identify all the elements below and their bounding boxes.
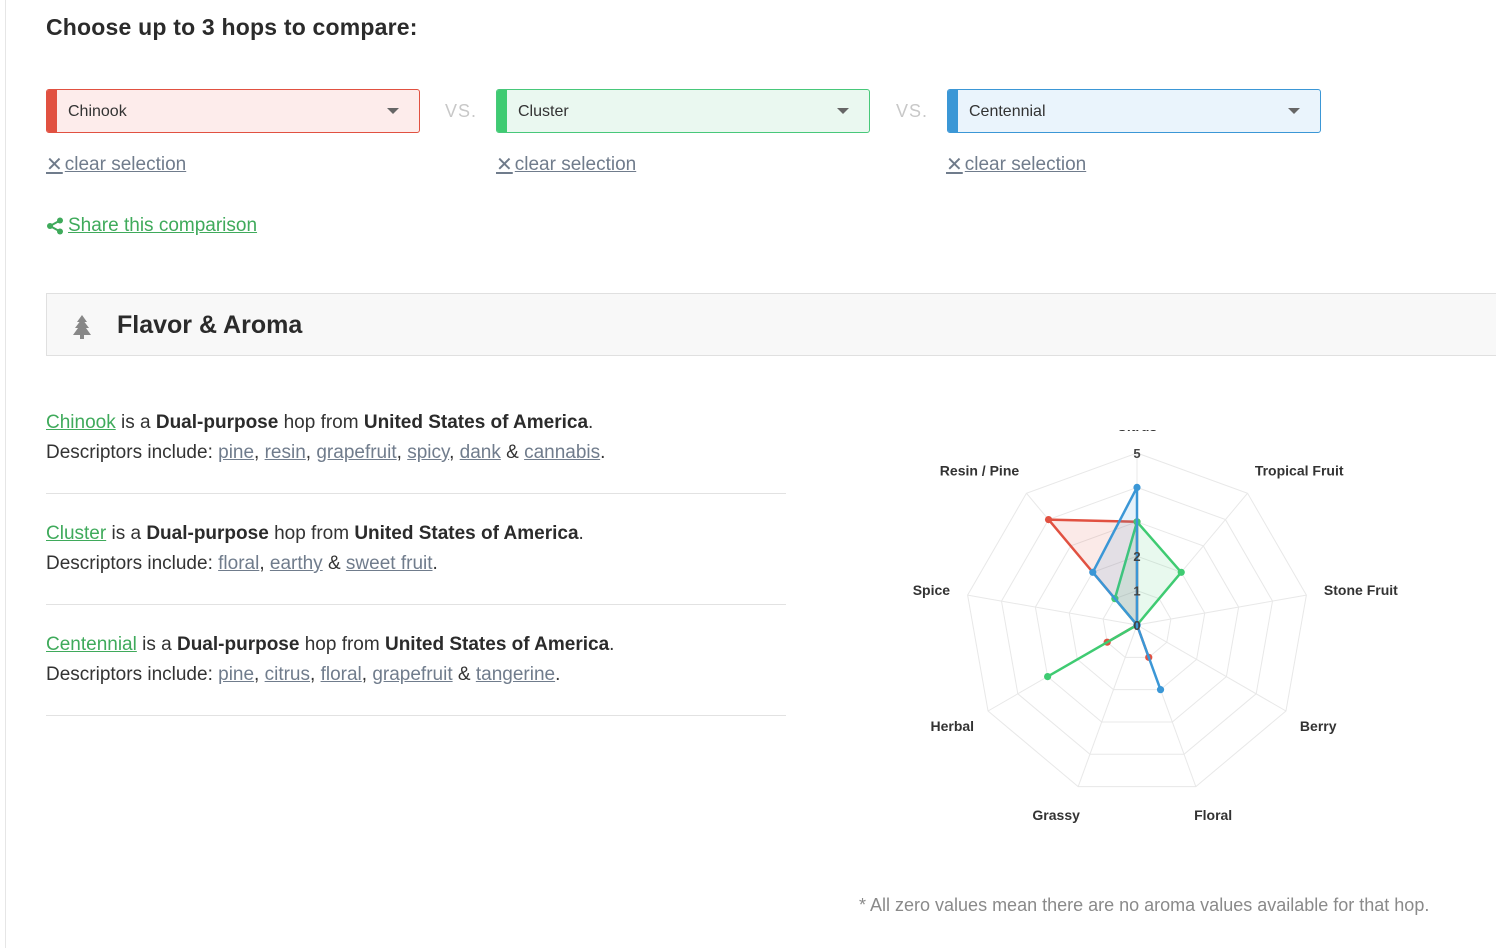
close-icon: ✕ (946, 154, 963, 176)
hop-purpose: Dual-purpose (146, 523, 269, 544)
descriptor-link[interactable]: resin (265, 442, 306, 463)
section-title: Flavor & Aroma (117, 311, 303, 339)
axis-label: Stone Fruit (1324, 582, 1398, 598)
radial-tick-label: 2 (1133, 549, 1140, 564)
static-text: hop from (274, 523, 350, 544)
series-point-2 (1044, 673, 1052, 681)
hop-link-cluster[interactable]: Cluster (46, 523, 106, 544)
static-text: is a (142, 634, 172, 655)
hop-summary-centennial: Centennial is a Dual-purpose hop from Un… (46, 630, 786, 690)
footnote: * All zero values mean there are no arom… (859, 895, 1430, 915)
hop-summary-line: Cluster is a Dual-purpose hop from Unite… (46, 523, 584, 544)
descriptors-label: Descriptors include: (46, 442, 213, 463)
hop-select-1-value: Chinook (68, 103, 127, 120)
descriptors-label: Descriptors include: (46, 553, 213, 574)
descriptor-link[interactable]: grapefruit (372, 664, 452, 685)
descriptor-link[interactable]: grapefruit (316, 442, 396, 463)
hop-color-bar-3 (948, 90, 958, 132)
flavor-aroma-header: Flavor & Aroma (46, 293, 1496, 356)
clear-selection-2[interactable]: ✕ clear selection (496, 152, 636, 177)
share-comparison-label: Share this comparison (68, 215, 258, 236)
divider (46, 604, 786, 605)
grid-spoke (1136, 624, 1287, 712)
descriptor-link[interactable]: cannabis (524, 442, 600, 463)
hop-select-3-value: Centennial (969, 103, 1046, 120)
hop-color-bar-1 (47, 90, 57, 132)
series-point-1 (1044, 515, 1053, 524)
hop-summary-line: Centennial is a Dual-purpose hop from Un… (46, 634, 615, 655)
axis-label: Floral (1194, 807, 1232, 823)
descriptor-link[interactable]: tangerine (476, 664, 555, 685)
close-icon: ✕ (46, 154, 63, 176)
chevron-down-icon (837, 108, 849, 114)
hop-summary-cluster: Cluster is a Dual-purpose hop from Unite… (46, 519, 786, 579)
axis-label: Resin / Pine (940, 462, 1020, 478)
divider (46, 715, 786, 716)
descriptor-link[interactable]: floral (218, 553, 259, 574)
hop-purpose: Dual-purpose (176, 634, 300, 655)
axis-label: Berry (1300, 718, 1337, 734)
close-icon: ✕ (496, 154, 513, 176)
series-point-3 (1156, 686, 1165, 694)
hop-select-1[interactable]: Chinook (46, 89, 420, 133)
hop-color-bar-2 (497, 90, 507, 132)
hop-select-3[interactable]: Centennial (947, 89, 1321, 133)
hop-link-chinook[interactable]: Chinook (46, 412, 116, 433)
descriptor-link[interactable]: pine (218, 442, 254, 463)
hop-purpose: Dual-purpose (155, 412, 279, 433)
series-point-2 (1177, 568, 1185, 576)
axis-label: Herbal (930, 718, 974, 734)
hop-descriptors: Descriptors include: floral, earthy & sw… (46, 553, 438, 574)
hop-select-2-value: Cluster (518, 103, 569, 120)
hop-origin: United States of America (354, 523, 579, 544)
aroma-radar-chart: 0 1 2 5 Citrus Tropical Fruit Stone Fruit Berry… (913, 430, 1398, 823)
chevron-down-icon (1288, 108, 1300, 114)
chevron-down-icon (387, 108, 399, 114)
hop-descriptors: Descriptors include: pine, citrus, flora… (46, 664, 561, 685)
clear-selection-label: clear selection (964, 153, 1087, 175)
clear-selection-3[interactable]: ✕ clear selection (946, 152, 1086, 177)
hop-select-2[interactable]: Cluster (496, 89, 870, 133)
grid-spoke (1136, 594, 1307, 626)
axis-label: Spice (913, 582, 951, 598)
radial-tick-label: 1 (1133, 584, 1140, 599)
tree-icon (73, 315, 91, 339)
share-comparison-link[interactable]: Share this comparison (46, 215, 257, 237)
static-text: hop from (304, 634, 380, 655)
static-text: hop from (283, 412, 359, 433)
hop-descriptors: Descriptors include: pine, resin, grapef… (46, 442, 606, 463)
descriptor-link[interactable]: dank (460, 442, 501, 463)
descriptor-link[interactable]: pine (218, 664, 254, 685)
descriptor-link[interactable]: floral (321, 664, 362, 685)
page-title: Choose up to 3 hops to compare: (46, 14, 418, 40)
descriptor-link[interactable]: sweet fruit (346, 553, 433, 574)
series-point-3 (1089, 568, 1097, 576)
vs-label-1: VS. (445, 101, 478, 121)
static-text: is a (121, 412, 151, 433)
axis-label: Grassy (1032, 807, 1080, 823)
hop-summary-chinook: Chinook is a Dual-purpose hop from Unite… (46, 408, 786, 468)
hop-summary-line: Chinook is a Dual-purpose hop from Unite… (46, 412, 594, 433)
descriptors-label: Descriptors include: (46, 664, 213, 685)
series-point-3 (1133, 483, 1141, 491)
clear-selection-label: clear selection (514, 153, 637, 175)
hop-origin: United States of America (363, 412, 589, 433)
divider (46, 493, 786, 494)
vs-label-2: VS. (896, 101, 929, 121)
static-text: is a (111, 523, 142, 544)
descriptor-link[interactable]: spicy (407, 442, 449, 463)
hop-link-centennial[interactable]: Centennial (46, 634, 137, 655)
axis-label: Citrus (1117, 430, 1158, 434)
grid-spoke (1077, 624, 1138, 787)
share-icon (47, 217, 63, 235)
descriptor-link[interactable]: earthy (270, 553, 323, 574)
hop-origin: United States of America (384, 634, 610, 655)
left-border (5, 0, 6, 948)
axis-label: Tropical Fruit (1255, 462, 1344, 478)
radial-tick-label: 5 (1133, 446, 1140, 461)
descriptor-link[interactable]: citrus (265, 664, 310, 685)
clear-selection-1[interactable]: ✕ clear selection (46, 152, 186, 177)
clear-selection-label: clear selection (64, 153, 187, 175)
radial-tick-label: 0 (1133, 618, 1140, 633)
